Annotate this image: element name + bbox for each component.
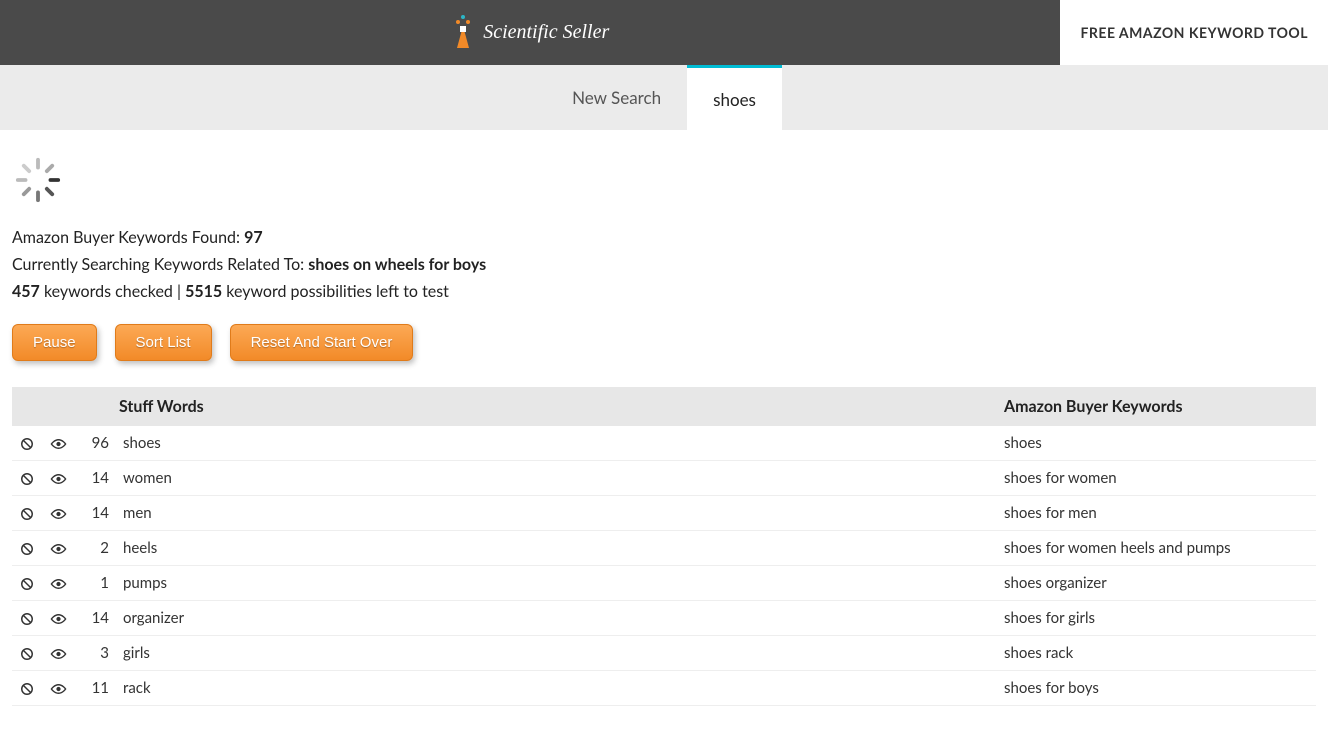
status-checked-count: 457 [12,282,40,301]
tab-new-search[interactable]: New Search [546,65,687,130]
column-header-stuff-words: Stuff Words [115,387,996,426]
eye-icon[interactable] [42,460,75,495]
ban-icon[interactable] [12,635,42,670]
ban-icon[interactable] [12,600,42,635]
eye-icon[interactable] [42,670,75,705]
eye-icon[interactable] [42,426,75,461]
ban-icon[interactable] [12,426,42,461]
status-block: Amazon Buyer Keywords Found: 97 Currentl… [12,224,1316,324]
table-row: 96shoesshoes [12,426,1316,461]
stuff-word-count: 1 [75,565,115,600]
ban-icon[interactable] [12,530,42,565]
stuff-word: shoes [115,426,996,461]
stuff-word: girls [115,635,996,670]
status-searching-term: shoes on wheels for boys [308,255,486,274]
status-found: Amazon Buyer Keywords Found: 97 [12,224,1316,251]
stuff-word: pumps [115,565,996,600]
buyer-keyword: shoes organizer [996,565,1316,600]
eye-icon[interactable] [42,530,75,565]
free-keyword-tool-link[interactable]: FREE AMAZON KEYWORD TOOL [1060,0,1328,65]
top-bar-main: Scientific Seller [0,0,1060,65]
ban-icon[interactable] [12,460,42,495]
buyer-keyword: shoes for men [996,495,1316,530]
stuff-word-count: 96 [75,426,115,461]
tab-shoes[interactable]: shoes [687,65,782,130]
pause-button[interactable]: Pause [12,324,97,361]
loading-spinner-icon [12,150,1316,224]
stuff-word: heels [115,530,996,565]
eye-icon[interactable] [42,565,75,600]
table-row: 1pumpsshoes organizer [12,565,1316,600]
brand-logo-icon [451,14,475,52]
stuff-word-count: 11 [75,670,115,705]
top-bar: Scientific Seller FREE AMAZON KEYWORD TO… [0,0,1328,65]
buyer-keyword: shoes [996,426,1316,461]
buyer-keyword: shoes for girls [996,600,1316,635]
stuff-word-count: 14 [75,600,115,635]
eye-icon[interactable] [42,600,75,635]
brand-text: Scientific Seller [483,21,609,44]
table-row: 11rackshoes for boys [12,670,1316,705]
status-searching: Currently Searching Keywords Related To:… [12,251,1316,278]
table-row: 3girlsshoes rack [12,635,1316,670]
stuff-word: organizer [115,600,996,635]
column-header-buyer-keywords: Amazon Buyer Keywords [996,387,1316,426]
sort-list-button[interactable]: Sort List [115,324,212,361]
table-row: 14menshoes for men [12,495,1316,530]
status-possibilities-count: 5515 [185,282,222,301]
stuff-word: women [115,460,996,495]
ban-icon[interactable] [12,495,42,530]
tab-strip: New Search shoes [0,65,1328,130]
reset-button[interactable]: Reset And Start Over [230,324,414,361]
brand[interactable]: Scientific Seller [451,14,609,52]
stuff-word-count: 3 [75,635,115,670]
ban-icon[interactable] [12,670,42,705]
keywords-table: Stuff Words Amazon Buyer Keywords 96shoe… [12,387,1316,706]
buyer-keyword: shoes rack [996,635,1316,670]
table-row: 14organizershoes for girls [12,600,1316,635]
status-progress: 457 keywords checked | 5515 keyword poss… [12,278,1316,305]
stuff-word-count: 2 [75,530,115,565]
stuff-word: men [115,495,996,530]
buyer-keyword: shoes for boys [996,670,1316,705]
stuff-word-count: 14 [75,495,115,530]
buyer-keyword: shoes for women heels and pumps [996,530,1316,565]
content-area: Amazon Buyer Keywords Found: 97 Currentl… [0,130,1328,706]
eye-icon[interactable] [42,495,75,530]
ban-icon[interactable] [12,565,42,600]
table-row: 14womenshoes for women [12,460,1316,495]
action-button-row: Pause Sort List Reset And Start Over [12,324,1316,387]
stuff-word: rack [115,670,996,705]
status-found-count: 97 [244,228,263,247]
stuff-word-count: 14 [75,460,115,495]
eye-icon[interactable] [42,635,75,670]
table-row: 2heelsshoes for women heels and pumps [12,530,1316,565]
buyer-keyword: shoes for women [996,460,1316,495]
